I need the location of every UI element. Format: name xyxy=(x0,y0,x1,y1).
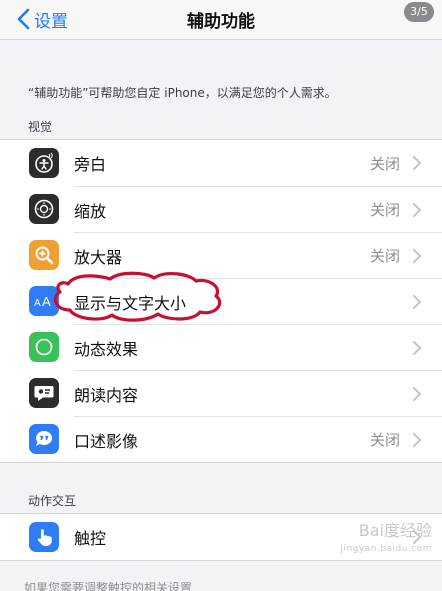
section-header-physical-motor: 动作交互 xyxy=(28,494,77,508)
chevron-right-icon xyxy=(413,340,422,355)
watermark: Bai度经验 jingyan.baidu.com xyxy=(340,522,432,558)
setting-label: 显示与文字大小 xyxy=(74,293,187,313)
setting-row-display-text-size[interactable]: A A 显示与文字大小 xyxy=(0,278,442,324)
setting-value: 关闭 xyxy=(369,431,400,449)
vision-settings-group: 旁白 关闭 缩放 关闭 放大器 关闭 A A 显示与文字大小 动态效果 朗读内容… xyxy=(0,139,442,463)
setting-row-magnifier[interactable]: 放大器 关闭 xyxy=(0,232,442,278)
navigation-bar: 设置 辅助功能 3/5 xyxy=(0,0,442,40)
svg-text:A: A xyxy=(42,294,51,309)
text-size-icon: A A xyxy=(29,286,59,316)
svg-text:A: A xyxy=(34,298,41,309)
chevron-right-icon xyxy=(413,294,422,309)
section-header-vision: 视觉 xyxy=(28,120,53,134)
setting-value: 关闭 xyxy=(369,154,400,173)
page-indicator-badge: 3/5 xyxy=(404,2,434,22)
setting-value: 关闭 xyxy=(369,201,400,219)
voiceover-icon xyxy=(29,148,59,178)
setting-row-audio-descriptions[interactable]: 口述影像 关闭 xyxy=(0,416,442,462)
setting-label: 口述影像 xyxy=(74,431,139,451)
chevron-right-icon xyxy=(413,202,422,217)
motion-icon xyxy=(29,332,59,362)
setting-row-spoken-content[interactable]: 朗读内容 xyxy=(0,370,442,416)
spoken-content-icon xyxy=(29,378,59,408)
chevron-right-icon xyxy=(413,156,422,170)
magnifier-icon xyxy=(29,240,59,270)
setting-row-zoom[interactable]: 缩放 关闭 xyxy=(0,186,442,232)
watermark-url: jingyan.baidu.com xyxy=(340,544,432,554)
chevron-right-icon xyxy=(413,248,422,263)
chevron-right-icon xyxy=(413,386,422,401)
page-description: “辅助功能”可帮助您自定 iPhone，以满足您的个人需求。 xyxy=(28,86,337,100)
zoom-icon xyxy=(29,194,59,224)
setting-label: 动态效果 xyxy=(74,339,139,359)
chevron-right-icon xyxy=(413,432,422,447)
setting-label: 放大器 xyxy=(74,247,123,267)
audio-description-icon xyxy=(29,424,59,454)
setting-row-motion[interactable]: 动态效果 xyxy=(0,324,442,370)
setting-label: 朗读内容 xyxy=(74,385,139,405)
setting-row-voiceover[interactable]: 旁白 关闭 xyxy=(0,140,442,186)
partial-footer-text: 如果您需要调整触控的相关设置 xyxy=(24,582,193,591)
setting-label: 缩放 xyxy=(74,201,107,221)
page-title: 辅助功能 xyxy=(187,12,255,32)
setting-value: 关闭 xyxy=(369,247,400,265)
touch-icon xyxy=(29,522,59,552)
watermark-brand: Bai度经验 xyxy=(358,521,432,540)
setting-label: 旁白 xyxy=(74,155,107,174)
